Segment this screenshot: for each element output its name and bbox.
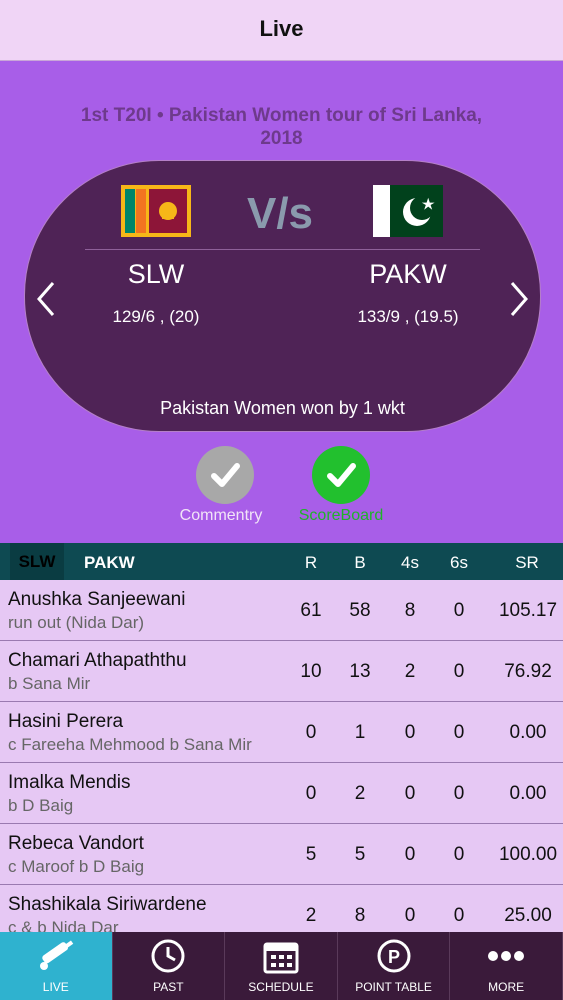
nav-bar: Live (0, 0, 563, 61)
table-row[interactable]: Anushka Sanjeewani run out (Nida Dar) 61… (0, 580, 563, 641)
tab-point-table[interactable]: P POINT TABLE (338, 932, 451, 1000)
balls: 2 (354, 783, 366, 804)
scoreboard-button[interactable] (312, 446, 370, 504)
team-a-name: SLW (127, 259, 185, 289)
tab-slw[interactable]: SLW (10, 543, 64, 580)
table-row[interactable]: Shashikala Siriwardene c & b Nida Dar 2 … (0, 885, 563, 932)
batter-name: Imalka Mendis (8, 772, 131, 793)
fours: 0 (404, 722, 416, 743)
fours: 8 (404, 600, 416, 621)
runs: 61 (300, 600, 322, 621)
scorecard-list[interactable]: Anushka Sanjeewani run out (Nida Dar) 61… (0, 580, 563, 932)
commentary-label[interactable]: Commentry (151, 507, 291, 525)
header-runs: R (304, 553, 318, 572)
versus-label: V/s (246, 189, 314, 238)
sixes: 0 (453, 722, 465, 743)
dismissal: b D Baig (8, 796, 74, 815)
tab-label: LIVE (42, 980, 69, 994)
header-balls: B (354, 553, 366, 572)
clock-icon (151, 939, 185, 973)
runs: 0 (305, 783, 317, 804)
tab-pakw[interactable]: PAKW (84, 553, 135, 573)
batter-name: Anushka Sanjeewani (8, 589, 186, 610)
balls: 5 (354, 844, 366, 865)
tab-label: POINT TABLE (355, 980, 432, 994)
check-icon (211, 463, 240, 487)
table-row[interactable]: Hasini Perera c Fareeha Mehmood b Sana M… (0, 702, 563, 763)
balls: 58 (349, 600, 371, 621)
sixes: 0 (453, 600, 465, 621)
match-result: Pakistan Women won by 1 wkt (160, 398, 405, 418)
balls: 13 (349, 661, 371, 682)
team-b-score: 133/9 , (19.5) (357, 307, 459, 326)
commentary-button[interactable] (196, 446, 254, 504)
chevron-left-icon[interactable] (33, 279, 57, 319)
batter-name: Hasini Perera (8, 711, 124, 732)
sixes: 0 (453, 783, 465, 804)
page-title: Live (259, 16, 304, 41)
sixes: 0 (453, 905, 465, 926)
balls: 8 (354, 905, 366, 926)
point-table-icon: P (377, 939, 411, 973)
scorecard-header: SLW PAKW R B 4s 6s SR (0, 543, 563, 580)
sixes: 0 (453, 844, 465, 865)
fours: 0 (404, 844, 416, 865)
batter-name: Shashikala Siriwardene (8, 894, 207, 915)
batter-name: Rebeca Vandort (8, 833, 144, 854)
header-sixes: 6s (450, 553, 468, 572)
bottom-tab-bar: LIVE PAST SCHEDULE P POINT TABLE MORE (0, 932, 563, 1000)
runs: 2 (305, 905, 317, 926)
dismissal: run out (Nida Dar) (8, 613, 145, 632)
dismissal: c & b Nida Dar (8, 918, 119, 932)
match-card: V/s SLW PAKW 129/6 , (20) 133/9 , (19.5)… (24, 160, 541, 432)
sixes: 0 (453, 661, 465, 682)
dismissal: b Sana Mir (8, 674, 91, 693)
runs: 5 (305, 844, 317, 865)
tab-past[interactable]: PAST (113, 932, 226, 1000)
team-b-name: PAKW (369, 259, 447, 289)
strike-rate: 76.92 (504, 661, 552, 682)
divider (85, 249, 480, 250)
runs: 10 (300, 661, 322, 682)
strike-rate: 0.00 (509, 783, 547, 804)
sri-lanka-flag-icon (121, 185, 191, 237)
balls: 1 (354, 722, 366, 743)
check-icon (327, 463, 356, 487)
dismissal: c Maroof b D Baig (8, 857, 145, 876)
strike-rate: 25.00 (504, 905, 552, 926)
cricket-bat-icon (39, 940, 74, 970)
fours: 2 (404, 661, 416, 682)
match-title: 1st T20I • Pakistan Women tour of Sri La… (80, 105, 483, 149)
pakistan-flag-icon (373, 185, 443, 237)
tab-schedule[interactable]: SCHEDULE (225, 932, 338, 1000)
svg-text:P: P (388, 947, 400, 967)
scoreboard-label[interactable]: ScoreBoard (271, 507, 411, 525)
table-row[interactable]: Chamari Athapaththu b Sana Mir 10 13 2 0… (0, 641, 563, 702)
fours: 0 (404, 783, 416, 804)
strike-rate: 105.17 (498, 600, 558, 621)
fours: 0 (404, 905, 416, 926)
runs: 0 (305, 722, 317, 743)
header-fours: 4s (401, 553, 419, 572)
tab-label: MORE (488, 980, 525, 994)
tab-label: SCHEDULE (248, 980, 314, 994)
batter-name: Chamari Athapaththu (8, 650, 187, 671)
tab-more[interactable]: MORE (450, 932, 563, 1000)
strike-rate: 100.00 (498, 844, 558, 865)
dismissal: c Fareeha Mehmood b Sana Mir (8, 735, 252, 754)
calendar-icon (263, 942, 299, 974)
more-icon (488, 951, 525, 961)
team-a-score: 129/6 , (20) (112, 307, 200, 326)
strike-rate: 0.00 (509, 722, 547, 743)
table-row[interactable]: Imalka Mendis b D Baig 0 2 0 0 0.00 (0, 763, 563, 824)
chevron-right-icon[interactable] (508, 279, 532, 319)
header-strike-rate: SR (515, 553, 539, 572)
tab-label: PAST (153, 980, 184, 994)
tab-live[interactable]: LIVE (0, 932, 113, 1000)
table-row[interactable]: Rebeca Vandort c Maroof b D Baig 5 5 0 0… (0, 824, 563, 885)
